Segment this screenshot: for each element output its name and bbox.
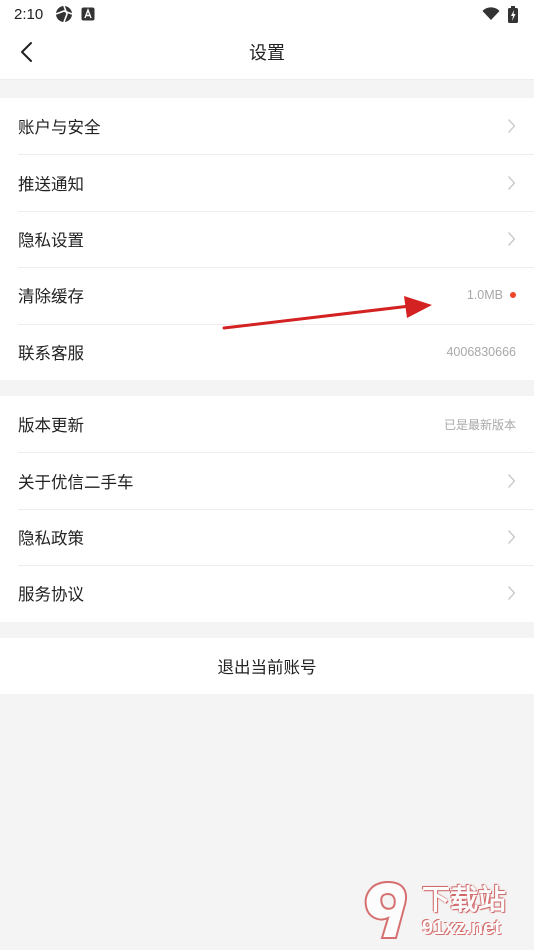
settings-item-push-notifications[interactable]: 推送通知 (0, 154, 534, 210)
watermark-en: 91xz.net (422, 917, 501, 939)
site-watermark: 下载站 91xz.net (360, 876, 530, 948)
settings-item-label: 联系客服 (18, 343, 84, 363)
settings-group-about: 版本更新 已是最新版本 关于优信二手车 隐私政策 服务协议 (0, 396, 534, 622)
customer-service-phone-container: 4006830666 (446, 324, 516, 380)
chevron-right-icon (507, 211, 516, 267)
app-header: 设置 (0, 28, 534, 80)
settings-item-label: 服务协议 (18, 585, 84, 605)
settings-item-label: 账户与安全 (18, 118, 101, 138)
settings-item-customer-service[interactable]: 联系客服 4006830666 (0, 323, 534, 380)
cache-size-value: 1.0MB (466, 288, 503, 303)
watermark-text: 下载站 91xz.net (422, 883, 507, 939)
settings-item-privacy-settings[interactable]: 隐私设置 (0, 210, 534, 267)
wifi-icon (482, 7, 500, 21)
settings-item-about[interactable]: 关于优信二手车 (0, 452, 534, 508)
red-dot-badge (510, 292, 516, 299)
settings-item-account-security[interactable]: 账户与安全 (0, 98, 534, 154)
status-time: 2:10 (14, 5, 44, 23)
page-title: 设置 (249, 43, 285, 64)
settings-item-service-agreement[interactable]: 服务协议 (0, 565, 534, 621)
battery-charging-icon (508, 5, 518, 23)
settings-item-label: 清除缓存 (18, 287, 84, 307)
settings-item-label: 隐私政策 (18, 528, 84, 548)
aperture-icon (55, 5, 73, 23)
logout-button[interactable]: 退出当前账号 (0, 638, 534, 694)
settings-item-privacy-policy[interactable]: 隐私政策 (0, 508, 534, 565)
watermark-logo-icon (360, 878, 416, 946)
chevron-right-icon (507, 509, 516, 565)
chevron-right-icon (507, 452, 516, 508)
settings-item-clear-cache[interactable]: 清除缓存 1.0MB (0, 267, 534, 323)
status-right (482, 0, 518, 28)
settings-group-account: 账户与安全 推送通知 隐私设置 清除缓存 1.0MB 联系客服 40068306… (0, 98, 534, 380)
chevron-left-icon (19, 41, 33, 67)
back-button[interactable] (8, 36, 44, 72)
version-status-container: 已是最新版本 (444, 396, 516, 452)
chevron-right-icon (507, 565, 516, 621)
chevron-right-icon (507, 154, 516, 210)
version-status: 已是最新版本 (443, 417, 516, 432)
cache-size-container: 1.0MB (467, 267, 516, 323)
watermark-cn: 下载站 (422, 883, 507, 916)
a-badge-icon (81, 7, 95, 21)
settings-item-label: 关于优信二手车 (18, 472, 134, 492)
settings-item-label: 版本更新 (18, 416, 84, 436)
settings-item-label: 推送通知 (18, 174, 84, 194)
status-bar: 2:10 (0, 0, 534, 28)
chevron-right-icon (507, 98, 516, 154)
customer-service-phone: 4006830666 (446, 344, 516, 359)
settings-item-version-update[interactable]: 版本更新 已是最新版本 (0, 396, 534, 452)
settings-item-label: 隐私设置 (18, 230, 84, 250)
